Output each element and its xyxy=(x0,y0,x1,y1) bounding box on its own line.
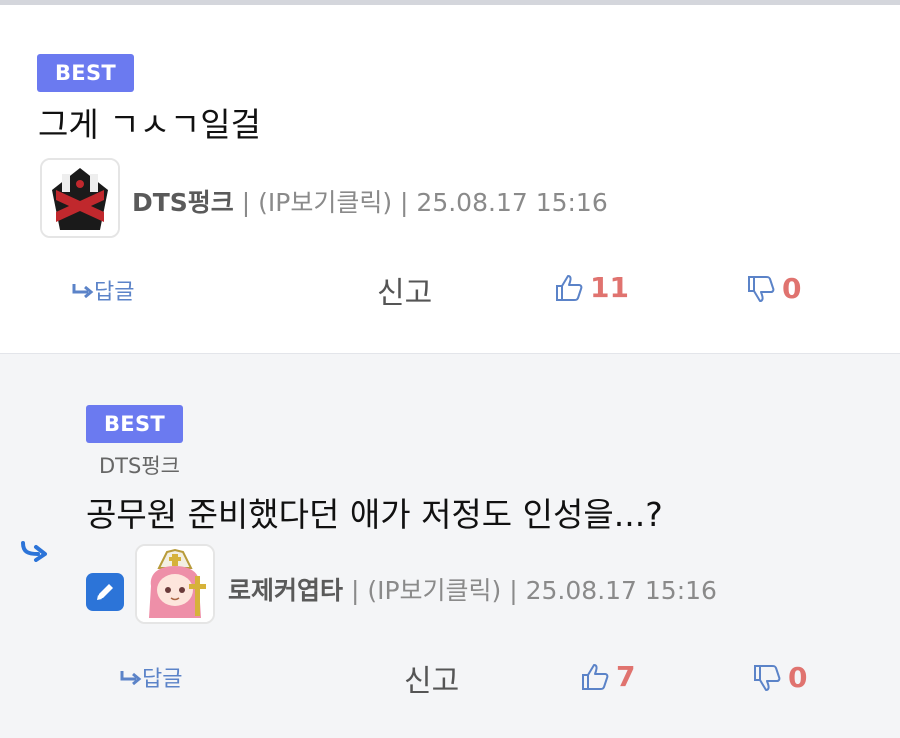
nickname[interactable]: 로제커엽타 xyxy=(228,576,343,605)
reply-button[interactable]: 답글 xyxy=(72,274,134,306)
like-button[interactable]: 7 xyxy=(580,660,635,693)
like-count: 7 xyxy=(616,660,636,693)
ip-link[interactable]: | (IP보기클릭) | xyxy=(351,576,518,605)
reply-label: 답글 xyxy=(94,280,135,305)
best-badge: BEST xyxy=(86,405,184,443)
avatar-logo-image xyxy=(42,160,118,236)
reply-arrow-icon xyxy=(72,284,94,298)
like-button[interactable]: 11 xyxy=(554,271,629,304)
thumbs-down-icon xyxy=(748,275,775,302)
avatar-character-image xyxy=(137,546,213,622)
report-label: 신고 xyxy=(404,664,460,699)
avatar[interactable] xyxy=(40,158,120,238)
comment-reply-item: BEST DTS펑크 공무원 준비했다던 애가 저정도 인성을...? 로제커엽… xyxy=(0,354,900,738)
nickname[interactable]: DTS펑크 xyxy=(132,188,234,217)
reply-label: 답글 xyxy=(142,667,183,692)
thumbs-up-icon xyxy=(556,274,583,301)
ip-link[interactable]: | (IP보기클릭) | xyxy=(242,188,409,217)
dislike-count: 0 xyxy=(788,661,808,694)
comment-text: 공무원 준비했다던 애가 저정도 인성을...? xyxy=(86,495,663,534)
thumbs-up-icon xyxy=(582,663,609,690)
comment-text: 그게 ㄱㅅㄱ일걸 xyxy=(38,105,262,144)
dislike-count: 0 xyxy=(782,272,802,305)
comment-meta: 로제커엽타 | (IP보기클릭) | 25.08.17 15:16 xyxy=(228,571,717,607)
reply-indicator-arrow-icon xyxy=(20,540,50,566)
timestamp: 25.08.17 15:16 xyxy=(525,576,717,605)
pencil-icon[interactable] xyxy=(86,573,124,611)
reply-arrow-icon xyxy=(120,671,142,685)
report-button[interactable]: 신고 xyxy=(404,656,459,700)
best-badge: BEST xyxy=(37,54,135,92)
dislike-button[interactable]: 0 xyxy=(752,661,807,694)
thumbs-down-icon xyxy=(754,664,781,691)
parent-nickname: DTS펑크 xyxy=(99,454,180,478)
dislike-button[interactable]: 0 xyxy=(746,272,801,305)
comment-item: BEST 그게 ㄱㅅㄱ일걸 DTS펑크 | (IP보기클릭) | 25.08.1… xyxy=(0,5,900,354)
comment-meta: DTS펑크 | (IP보기클릭) | 25.08.17 15:16 xyxy=(132,183,608,219)
report-label: 신고 xyxy=(377,276,433,311)
reply-button[interactable]: 답글 xyxy=(120,661,182,693)
report-button[interactable]: 신고 xyxy=(377,268,432,312)
like-count: 11 xyxy=(590,271,629,304)
avatar[interactable] xyxy=(135,544,215,624)
timestamp: 25.08.17 15:16 xyxy=(416,188,608,217)
